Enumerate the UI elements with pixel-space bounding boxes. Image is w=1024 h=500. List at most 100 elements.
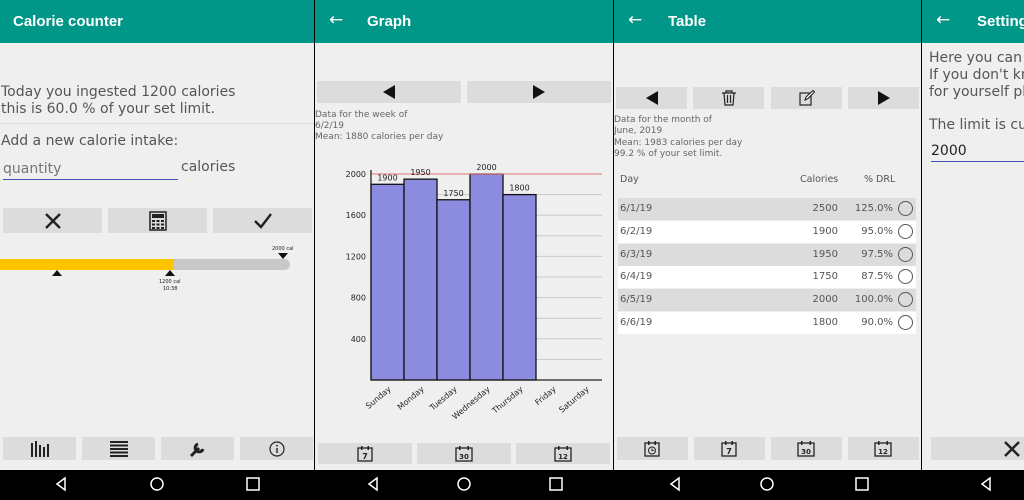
bar-monday (403, 178, 438, 381)
current-time: 10:38 (163, 286, 178, 292)
back-arrow-icon[interactable]: ← (628, 10, 642, 30)
svg-text:30: 30 (459, 453, 469, 461)
settings-icon (189, 442, 205, 458)
screen-title: Calorie counter (13, 13, 124, 30)
calendar-30-icon: 30 (455, 446, 473, 462)
month-line-4: 99.2 % of your set limit. (614, 149, 723, 159)
arrow-left-icon (383, 85, 395, 99)
back-arrow-icon[interactable]: ← (936, 10, 950, 30)
row-calories: 1950 (812, 248, 838, 260)
home-nav-icon[interactable] (456, 476, 472, 492)
close-icon (45, 213, 61, 229)
home-nav-icon[interactable] (759, 476, 775, 492)
month-view-button[interactable]: 30 (771, 437, 842, 460)
limit-input[interactable] (931, 140, 1024, 162)
next-month-button[interactable] (848, 87, 919, 109)
marker-icon (52, 270, 62, 276)
previous-month-button[interactable] (616, 87, 687, 109)
back-nav-icon[interactable] (53, 476, 69, 492)
row-select-radio[interactable] (898, 315, 913, 330)
week-line-2: 6/2/19 (315, 121, 344, 131)
app-bar: Calorie counter (0, 0, 314, 43)
table-row[interactable]: 6/3/19 1950 97.5% (618, 243, 916, 266)
graph-button[interactable] (3, 437, 76, 460)
row-day: 6/2/19 (620, 225, 653, 237)
trash-icon (722, 90, 736, 106)
delete-button[interactable] (693, 87, 764, 109)
table-row[interactable]: 6/4/19 1750 87.5% (618, 266, 916, 289)
current-label: 1200 cal (159, 279, 181, 285)
table-row[interactable]: 6/6/19 1800 90.0% (618, 312, 916, 334)
row-drl: 100.0% (854, 294, 893, 306)
row-calories: 2000 (812, 294, 838, 306)
x-tick-label: Monday (396, 384, 426, 411)
confirm-button[interactable] (213, 208, 312, 233)
x-tick-label: Friday (533, 384, 558, 407)
svg-text:30: 30 (801, 448, 811, 456)
settings-button[interactable] (161, 437, 234, 460)
row-select-radio[interactable] (898, 246, 913, 262)
home-nav-icon[interactable] (149, 476, 165, 492)
calendar-7-icon: 7 (357, 446, 373, 462)
week-view-button[interactable]: 7 (318, 443, 412, 464)
column-header-calories: Calories (800, 174, 839, 185)
back-arrow-icon[interactable]: ← (329, 10, 343, 30)
row-select-radio[interactable] (898, 223, 913, 239)
edit-icon (799, 90, 815, 106)
y-tick-label: 1200 (346, 252, 366, 261)
back-nav-icon[interactable] (978, 476, 994, 492)
row-select-radio[interactable] (898, 292, 913, 308)
back-nav-icon[interactable] (667, 476, 683, 492)
row-calories: 2500 (812, 203, 838, 214)
recents-nav-icon[interactable] (854, 476, 870, 492)
quantity-input[interactable] (3, 158, 178, 180)
edit-button[interactable] (771, 87, 842, 109)
row-select-radio[interactable] (898, 269, 913, 285)
close-settings-button[interactable] (931, 437, 1024, 460)
cancel-button[interactable] (3, 208, 102, 233)
row-drl: 90.0% (861, 317, 893, 328)
svg-text:7: 7 (362, 452, 368, 461)
row-calories: 1900 (812, 225, 838, 237)
row-calories: 1800 (812, 317, 838, 328)
month-line-1: Data for the month of (614, 115, 712, 125)
next-week-button[interactable] (467, 81, 611, 103)
year-view-button[interactable]: 12 (848, 437, 919, 460)
screen-title: Graph (367, 13, 412, 30)
arrow-right-icon (878, 91, 890, 105)
app-bar: ← Graph (315, 0, 613, 43)
table-row[interactable]: 6/1/19 2500 125.0% (618, 198, 916, 220)
month-view-button[interactable]: 30 (417, 443, 511, 464)
app-bar: ← Table (614, 0, 921, 43)
month-line-2: June, 2019 (614, 126, 663, 136)
calendar-30-icon: 30 (797, 441, 815, 457)
table-row[interactable]: 6/2/19 1900 95.0% (618, 220, 916, 243)
svg-text:7: 7 (726, 447, 732, 456)
back-nav-icon[interactable] (365, 476, 381, 492)
bar-thursday (502, 193, 537, 381)
calorie-progress-fill (0, 259, 174, 270)
row-select-radio[interactable] (898, 201, 913, 216)
table-row[interactable]: 6/5/19 2000 100.0% (618, 289, 916, 312)
settings-line-1: Here you can c (929, 50, 1024, 66)
previous-week-button[interactable] (317, 81, 461, 103)
settings-line-2: If you don't kno (929, 67, 1024, 83)
summary-line-2: this is 60.0 % of your set limit. (1, 101, 215, 117)
info-button[interactable] (240, 437, 313, 460)
week-line-1: Data for the week of (315, 110, 408, 120)
row-day: 6/6/19 (620, 317, 653, 328)
today-view-button[interactable] (617, 437, 688, 460)
recents-nav-icon[interactable] (548, 476, 564, 492)
close-icon (1004, 441, 1020, 457)
column-header-day: Day (620, 174, 639, 185)
table-button[interactable] (82, 437, 155, 460)
current-marker-icon (165, 270, 175, 276)
year-view-button[interactable]: 12 (516, 443, 610, 464)
calculator-button[interactable] (108, 208, 207, 233)
divider (0, 123, 314, 124)
checkmark-icon (254, 213, 272, 229)
week-view-button[interactable]: 7 (694, 437, 765, 460)
bar-tuesday (436, 199, 471, 381)
data-label: 1750 (443, 189, 463, 198)
recents-nav-icon[interactable] (245, 476, 261, 492)
